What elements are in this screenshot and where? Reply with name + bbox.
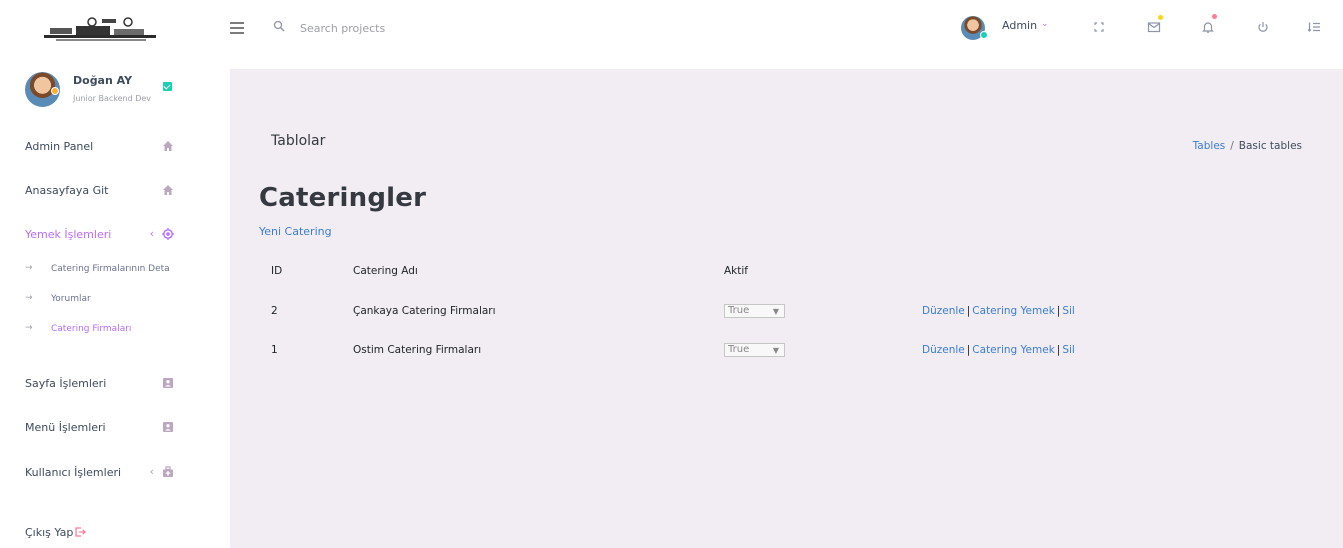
search-icon [273,20,285,32]
column-header-id: ID [271,265,283,277]
cell-active: True ▼ [712,291,910,330]
contact-icon [163,422,173,432]
sidebar-subitem-label: Catering Firmaları [51,324,132,334]
breadcrumb-link-tables[interactable]: Tables [1193,140,1226,152]
check-badge-icon [163,82,172,91]
table-row: 2 Çankaya Catering Firmaları True ▼ Düzen… [259,291,1087,330]
status-dot [51,87,59,95]
catering-meals-link[interactable]: Catering Yemek [972,344,1054,356]
breadcrumb: Tables / Basic tables [1193,140,1302,152]
edit-link[interactable]: Düzenle [922,344,965,356]
sidebar-item-label: Menü İşlemleri [25,421,106,434]
arrow-right-icon: → [25,323,33,333]
medical-bag-icon [163,466,173,477]
table-header-row: ID Catering Adı Aktif [259,251,1087,291]
page-title: Tablolar [271,133,326,149]
column-header-name: Catering Adı [353,265,418,277]
column-header-active: Aktif [724,265,748,277]
sidebar-item-kullanici-islemleri[interactable]: Kullanıcı İşlemleri ‹ [25,463,180,483]
fullscreen-icon[interactable] [1092,20,1106,34]
sidebar-subitem-label: Catering Firmalarının Deta [51,264,170,274]
search-input[interactable] [300,19,500,37]
chevron-down-icon: ▼ [772,345,779,355]
logout-icon [75,527,86,537]
contact-icon [163,378,173,388]
brand-logo[interactable] [42,16,158,42]
sidebar-item-label: Anasayfaya Git [25,184,109,197]
mail-icon[interactable] [1147,20,1161,34]
sidebar: Doğan AY Junior Backend Dev Admin Panel … [0,0,230,548]
chevron-down-icon[interactable]: ⌄ [1041,19,1049,29]
sidebar-subitem-label: Yorumlar [51,294,91,304]
active-select-value: True [728,304,750,316]
sidebar-item-menu-islemleri[interactable]: Menü İşlemleri [25,418,180,438]
bell-icon[interactable] [1201,20,1215,34]
home-icon [163,141,173,151]
cell-id: 2 [271,304,278,317]
edit-link[interactable]: Düzenle [922,305,965,317]
table-row: 1 Ostim Catering Firmaları True ▼ Düzenle… [259,330,1087,369]
breadcrumb-separator: / [1230,140,1234,152]
mail-badge [1158,15,1163,20]
bell-badge [1212,14,1217,19]
chevron-left-icon: ‹ [149,227,154,240]
sidebar-subitem-catering-firmalari[interactable]: → Catering Firmaları [25,323,175,339]
new-catering-link[interactable]: Yeni Catering [259,225,332,238]
arrow-right-icon: → [25,293,33,303]
active-select-value: True [728,343,750,355]
profile-name: Doğan AY [73,74,133,87]
sidebar-item-cikis[interactable]: Çıkış Yap [25,523,105,543]
sidebar-item-label: Kullanıcı İşlemleri [25,466,122,479]
sidebar-item-admin-panel[interactable]: Admin Panel [25,137,180,157]
active-select[interactable]: True ▼ [724,303,785,318]
hamburger-menu-icon[interactable] [230,22,244,37]
status-dot [980,31,988,39]
crosshair-icon [162,228,174,240]
cell-active: True ▼ [712,330,910,369]
delete-link[interactable]: Sil [1062,344,1075,356]
chevron-left-icon: ‹ [149,465,154,478]
arrow-right-icon: → [25,263,33,273]
sidebar-item-sayfa-islemleri[interactable]: Sayfa İşlemleri [25,374,180,394]
column-header-actions [910,251,1087,291]
catering-table: ID Catering Adı Aktif 2 Çankaya Catering… [259,251,1087,369]
catering-meals-link[interactable]: Catering Yemek [972,305,1054,317]
active-select[interactable]: True ▼ [724,342,785,357]
user-menu-label[interactable]: Admin [1002,19,1037,32]
cell-actions: Düzenle | Catering Yemek | Sil [922,304,1075,317]
sidebar-item-label: Sayfa İşlemleri [25,377,107,390]
delete-link[interactable]: Sil [1062,305,1075,317]
sidebar-subitem-yorumlar[interactable]: → Yorumlar [25,293,175,309]
cell-actions: Düzenle | Catering Yemek | Sil [922,343,1075,356]
home-icon [163,185,173,195]
cell-name: Ostim Catering Firmaları [353,343,482,356]
list-icon[interactable] [1307,20,1321,34]
top-navbar: Admin ⌄ [230,0,1343,69]
sidebar-item-label: Admin Panel [25,140,94,153]
chevron-down-icon: ▼ [772,306,779,316]
sidebar-item-label: Çıkış Yap [25,526,74,539]
sidebar-item-label: Yemek İşlemleri [25,228,112,241]
sidebar-item-yemek-islemleri[interactable]: Yemek İşlemleri ‹ [25,225,180,245]
profile-role: Junior Backend Dev [73,94,152,103]
sidebar-item-anasayfa[interactable]: Anasayfaya Git [25,181,180,201]
section-title: Cateringler [259,183,427,213]
main-content: Tablolar Tables / Basic tables Cateringler… [230,69,1343,548]
breadcrumb-current: Basic tables [1238,140,1302,152]
power-icon[interactable] [1256,20,1270,34]
cell-id: 1 [271,343,278,356]
sidebar-subitem-catering-detay[interactable]: → Catering Firmalarının Deta [25,263,175,279]
cell-name: Çankaya Catering Firmaları [353,304,496,317]
user-profile[interactable]: Doğan AY Junior Backend Dev [25,72,215,112]
